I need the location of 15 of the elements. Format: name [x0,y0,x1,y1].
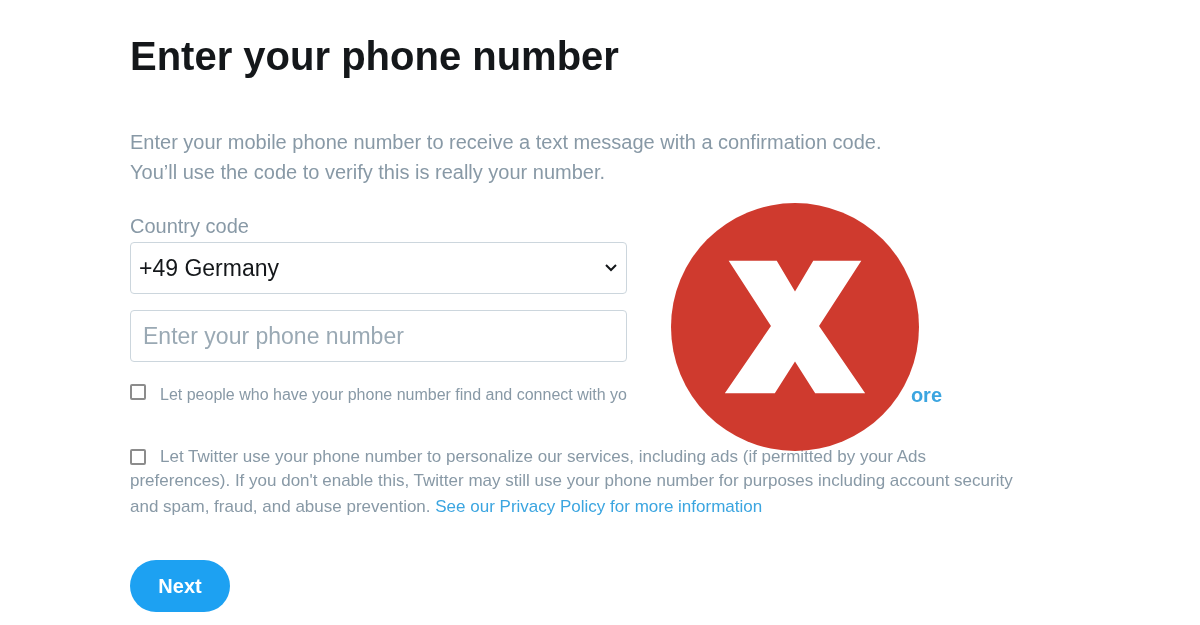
option-text: preferences). If you don't enable this, Twitter may still use your phone number for purposes including account security and spam, fraud, and abuse prevention. See our Privacy Policy for more information [130,470,1014,518]
option-text: Let people who have your phone number find and connect with yo [160,385,627,405]
option-text: Let Twitter use your phone number to personalize our services, including ads (if permitted by your Ads [160,446,927,468]
field-label: Country code [130,215,249,238]
page-title: Enter your phone number [130,34,619,79]
learn-more-link[interactable]: ore [910,384,942,406]
privacy-policy-link[interactable]: See our Privacy Policy for more information [435,497,763,516]
chevron-down-icon [604,263,618,273]
description-text: Enter your mobile phone number to receive a text message with a confirmation code. [130,130,882,155]
country-select[interactable]: +49 Germany [130,242,627,294]
next-button[interactable]: Next [130,560,230,612]
phone-input-field[interactable]: Enter your phone number [130,310,627,362]
checkbox[interactable] [130,449,146,465]
description-text: You’ll use the code to verify this is really your number. [130,160,606,185]
checkbox[interactable] [130,384,146,400]
